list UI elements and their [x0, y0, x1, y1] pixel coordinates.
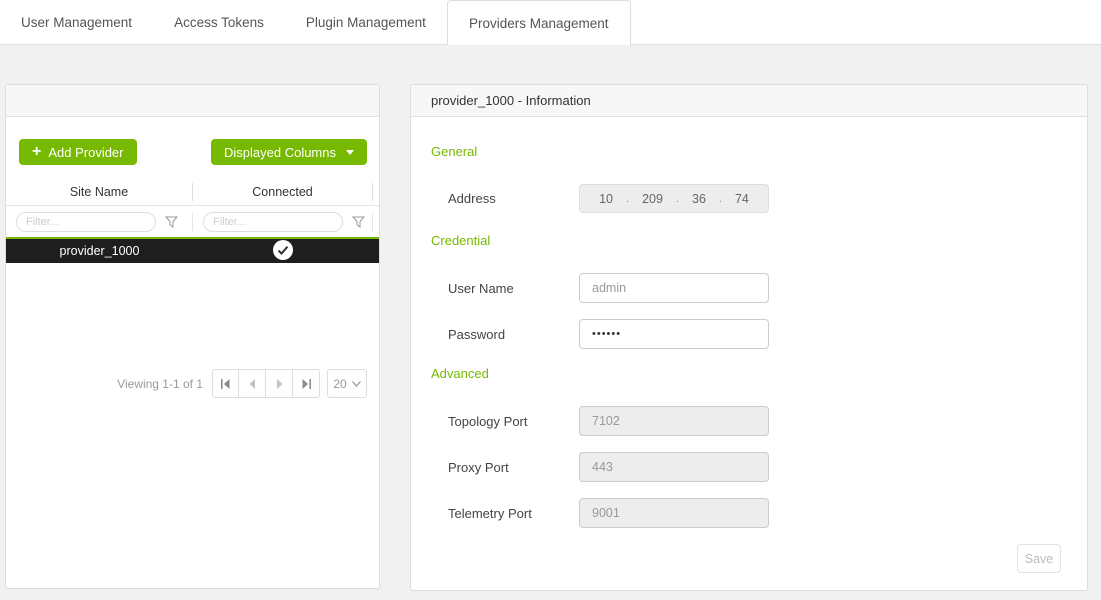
- filter-funnel-icon[interactable]: [165, 216, 178, 228]
- address-octet-2: 209: [642, 192, 663, 206]
- page-size-select[interactable]: 20: [327, 369, 367, 398]
- username-field-row: User Name: [448, 273, 1061, 303]
- first-page-button[interactable]: [212, 369, 239, 398]
- address-dot: .: [626, 193, 629, 205]
- address-field-row: Address 10 . 209 . 36 . 74: [448, 184, 1061, 213]
- telemetry-port-input: [579, 498, 769, 528]
- address-dot: .: [719, 193, 722, 205]
- topology-port-label: Topology Port: [448, 414, 579, 429]
- providers-toolbar: + Add Provider Displayed Columns: [6, 117, 379, 165]
- table-header-row: Site Name Connected: [6, 179, 379, 206]
- address-octet-4: 74: [735, 192, 749, 206]
- table-row[interactable]: provider_1000: [6, 237, 379, 263]
- site-name-filter-input[interactable]: [16, 212, 156, 232]
- providers-list-panel: + Add Provider Displayed Columns Site Na…: [5, 84, 380, 589]
- proxy-port-label: Proxy Port: [448, 460, 579, 475]
- address-octet-3: 36: [692, 192, 706, 206]
- provider-info-panel: provider_1000 - Information General Addr…: [410, 84, 1088, 591]
- provider-info-body: General Address 10 . 209 . 36 . 74 Crede…: [411, 144, 1087, 573]
- password-input[interactable]: [579, 319, 769, 349]
- provider-info-title: provider_1000 - Information: [431, 93, 591, 108]
- address-octet-1: 10: [599, 192, 613, 206]
- credential-section-heading: Credential: [431, 233, 1061, 248]
- topology-port-field-row: Topology Port: [448, 406, 1061, 436]
- plus-icon: +: [32, 144, 41, 160]
- tab-providers-management[interactable]: Providers Management: [447, 0, 631, 45]
- pagination-summary: Viewing 1-1 of 1: [117, 377, 203, 391]
- password-field-row: Password: [448, 319, 1061, 349]
- address-dot: .: [676, 193, 679, 205]
- username-input[interactable]: [579, 273, 769, 303]
- connected-filter-input[interactable]: [203, 212, 343, 232]
- providers-list-panel-header: [6, 85, 379, 117]
- chevron-down-icon: [352, 381, 361, 387]
- previous-page-button[interactable]: [239, 369, 266, 398]
- column-header-connected[interactable]: Connected: [193, 183, 373, 201]
- last-page-button[interactable]: [293, 369, 320, 398]
- next-page-button[interactable]: [266, 369, 293, 398]
- filter-funnel-icon[interactable]: [352, 216, 365, 228]
- provider-info-header: provider_1000 - Information: [411, 85, 1087, 117]
- column-header-site-name[interactable]: Site Name: [6, 183, 193, 201]
- password-label: Password: [448, 327, 579, 342]
- topology-port-input: [579, 406, 769, 436]
- advanced-section-heading: Advanced: [431, 366, 1061, 381]
- displayed-columns-label: Displayed Columns: [224, 145, 336, 160]
- save-row: Save: [431, 544, 1061, 573]
- site-name-cell: provider_1000: [6, 244, 193, 258]
- table-filter-row: [6, 206, 379, 237]
- tab-plugin-management[interactable]: Plugin Management: [285, 0, 447, 44]
- connected-cell: [193, 240, 373, 263]
- proxy-port-input: [579, 452, 769, 482]
- add-provider-label: Add Provider: [48, 145, 123, 160]
- displayed-columns-button[interactable]: Displayed Columns: [211, 139, 367, 165]
- save-button[interactable]: Save: [1017, 544, 1061, 573]
- pagination: Viewing 1-1 of 1 20: [6, 369, 379, 398]
- telemetry-port-field-row: Telemetry Port: [448, 498, 1061, 528]
- address-input: 10 . 209 . 36 . 74: [579, 184, 769, 213]
- connected-check-icon: [273, 240, 293, 263]
- tab-user-management[interactable]: User Management: [0, 0, 153, 44]
- proxy-port-field-row: Proxy Port: [448, 452, 1061, 482]
- connected-filter-cell: [193, 213, 373, 231]
- page-size-value: 20: [333, 377, 346, 391]
- telemetry-port-label: Telemetry Port: [448, 506, 579, 521]
- address-label: Address: [448, 191, 579, 206]
- tab-access-tokens[interactable]: Access Tokens: [153, 0, 285, 44]
- pager-buttons: [212, 369, 320, 398]
- general-section-heading: General: [431, 144, 1061, 159]
- tab-bar: User Management Access Tokens Plugin Man…: [0, 0, 1101, 45]
- add-provider-button[interactable]: + Add Provider: [19, 139, 137, 165]
- site-name-filter-cell: [6, 213, 193, 231]
- chevron-down-icon: [346, 150, 354, 155]
- username-label: User Name: [448, 281, 579, 296]
